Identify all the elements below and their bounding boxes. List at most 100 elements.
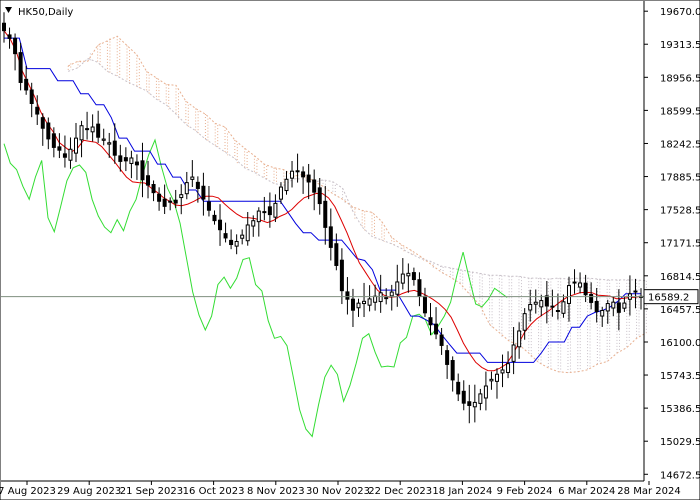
candle-body: [467, 401, 472, 406]
candle-body: [112, 140, 117, 156]
y-tick-label: 16814.5: [660, 272, 700, 283]
y-tick-label: 15029.5: [660, 437, 700, 448]
x-tick-label: 28 Mar 2024: [617, 486, 680, 497]
candle-body: [46, 122, 51, 140]
candle-body: [434, 323, 439, 335]
candle-body: [251, 220, 256, 227]
candle-body: [96, 123, 101, 138]
x-tick-label: 9 Feb 2024: [497, 486, 553, 497]
candle-body: [417, 279, 422, 298]
y-tick-label: 17885.5: [660, 173, 700, 184]
current-price-label: 16589.2: [648, 293, 689, 304]
candle-body: [312, 179, 317, 193]
candle-body: [273, 202, 278, 218]
candle-body: [13, 37, 18, 55]
candle-body: [406, 272, 411, 277]
candle-body: [489, 378, 494, 382]
ichimoku-chart: 19670.0 19313.5 18956.5 18599.5 18242.5 17885…: [0, 0, 700, 500]
candle-body: [212, 214, 217, 222]
x-tick-label: 21 Sep 2023: [120, 486, 183, 497]
x-tick-label: 22 Dec 2023: [368, 486, 432, 497]
x-tick-label: 18 Jan 2024: [432, 486, 492, 497]
candle-body: [622, 302, 627, 309]
candle-body: [533, 301, 538, 305]
candle-body: [600, 309, 605, 317]
candle-body: [184, 182, 189, 195]
candle-body: [2, 22, 6, 32]
candle-body: [168, 200, 173, 203]
y-tick-label: 15386.5: [660, 404, 700, 415]
candle-body: [350, 298, 355, 311]
candle-body: [201, 185, 206, 200]
y-tick-label: 17171.5: [660, 239, 700, 250]
candle-body: [118, 155, 123, 162]
candle-body: [345, 291, 350, 300]
candle-body: [267, 206, 272, 216]
candle-body: [101, 138, 106, 141]
y-tick-label: 18599.5: [660, 106, 700, 117]
candle-body: [7, 34, 12, 39]
candle-body: [506, 363, 511, 373]
candle-body: [400, 273, 405, 284]
candle-body: [195, 181, 200, 189]
candle-body: [317, 187, 322, 205]
candle-body: [411, 272, 416, 281]
candle-body: [517, 330, 522, 348]
candle-body: [29, 89, 34, 104]
x-tick-label: 29 Aug 2023: [57, 486, 121, 497]
candle-body: [339, 259, 344, 292]
candle-body: [356, 302, 361, 309]
candle-body: [445, 350, 450, 365]
candle-body: [589, 294, 594, 303]
candle-body: [389, 291, 394, 297]
candle-body: [24, 78, 29, 91]
candle-body: [68, 148, 73, 161]
y-tick-label: 16100.0: [660, 338, 700, 349]
candle-body: [290, 170, 295, 179]
candle-body: [511, 344, 516, 362]
candle-body: [384, 297, 389, 300]
candle-body: [173, 199, 178, 204]
candle-body: [218, 219, 223, 231]
candle-body: [107, 142, 112, 145]
y-tick-label: 16457.5: [660, 305, 700, 316]
candle-body: [566, 285, 571, 304]
symbol-label: HK50,Daily: [18, 7, 73, 18]
y-tick-label: 18242.5: [660, 139, 700, 150]
candle-body: [395, 281, 400, 295]
candle-body: [483, 385, 488, 399]
candle-body: [561, 301, 566, 314]
x-tick-label: 8 Nov 2023: [247, 486, 305, 497]
y-tick-label: 14672.5: [660, 470, 700, 481]
candle-body: [522, 313, 527, 331]
x-tick-label: 16 Oct 2023: [183, 486, 245, 497]
candle-body: [583, 282, 588, 296]
y-tick-label: 15743.5: [660, 371, 700, 382]
candle-body: [140, 160, 145, 181]
candle-body: [245, 224, 250, 242]
x-tick-label: 30 Nov 2023: [306, 486, 370, 497]
candle-body: [544, 295, 549, 307]
candle-body: [157, 193, 162, 202]
candle-body: [74, 137, 79, 154]
x-tick-label: 7 Aug 2023: [0, 486, 56, 497]
candle-body: [378, 292, 383, 303]
candle-body: [51, 133, 56, 148]
y-tick-label: 19670.0: [660, 7, 700, 18]
candle-body: [422, 295, 427, 314]
candle-body: [262, 211, 267, 214]
candle-body: [633, 290, 638, 293]
candle-body: [278, 186, 283, 200]
candle-body: [129, 157, 134, 164]
candle-body: [323, 200, 328, 228]
candle-body: [57, 146, 62, 151]
candle-body: [223, 233, 228, 239]
candle-body: [256, 210, 261, 223]
candle-body: [594, 300, 599, 313]
candle-body: [62, 153, 67, 158]
candle-body: [528, 303, 533, 311]
candle-body: [334, 243, 339, 266]
candle-body: [18, 52, 23, 83]
x-tick-label: 6 Mar 2024: [558, 486, 615, 497]
candle-body: [134, 161, 139, 166]
